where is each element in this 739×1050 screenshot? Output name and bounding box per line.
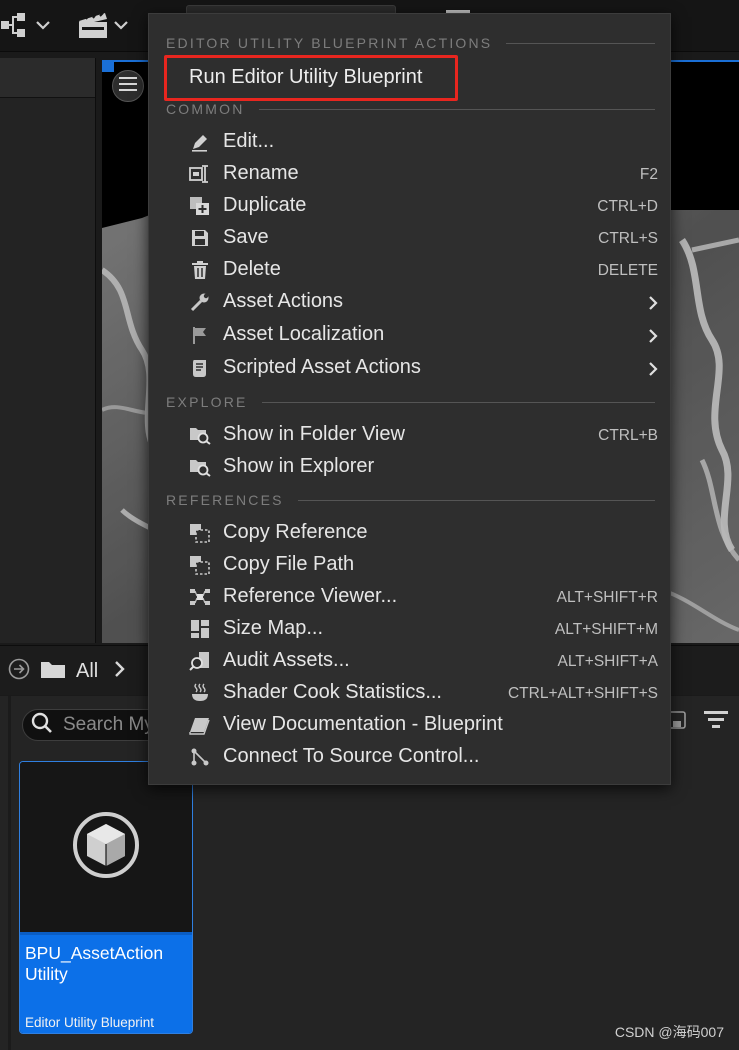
script-icon	[189, 358, 211, 378]
section-header-references: REFERENCES	[166, 491, 655, 509]
blueprint-dropdown-button[interactable]	[0, 8, 50, 42]
menu-item-shortcut: ALT+SHIFT+A	[557, 653, 659, 670]
menu-item-edit[interactable]: Edit...	[149, 126, 670, 158]
submenu-arrow-icon	[648, 295, 658, 316]
menu-item-connect-to-source-control[interactable]: Connect To Source Control...	[149, 741, 670, 773]
menu-item-copy-reference[interactable]: Copy Reference	[149, 517, 670, 549]
menu-item-label: View Documentation - Blueprint	[223, 713, 503, 735]
menu-item-asset-actions[interactable]: Asset Actions	[149, 286, 670, 318]
clapperboard-icon	[78, 11, 108, 39]
menu-item-reference-viewer[interactable]: Reference Viewer... ALT+SHIFT+R	[149, 581, 670, 613]
chevron-down-icon	[114, 20, 128, 30]
section-header-explore: EXPLORE	[166, 393, 655, 411]
run-editor-utility-blueprint-item[interactable]: Run Editor Utility Blueprint	[164, 55, 458, 101]
menu-item-save[interactable]: Save CTRL+S	[149, 222, 670, 254]
filter-icon[interactable]	[704, 710, 730, 735]
copy-reference-icon	[189, 523, 211, 543]
menu-item-asset-localization[interactable]: Asset Localization	[149, 319, 670, 351]
menu-item-label: Copy File Path	[223, 553, 355, 575]
menu-item-show-in-explorer[interactable]: Show in Explorer	[149, 451, 670, 483]
menu-item-duplicate[interactable]: Duplicate CTRL+D	[149, 190, 670, 222]
pencil-icon	[189, 132, 211, 152]
folder-icon	[40, 659, 66, 684]
section-header-common: COMMON	[166, 100, 655, 118]
watermark: CSDN @海码007	[614, 1024, 724, 1040]
menu-item-label: Show in Folder View	[223, 423, 405, 445]
chevron-down-icon	[36, 20, 50, 30]
copy-path-icon	[189, 555, 211, 575]
menu-item-label: Rename	[223, 162, 299, 184]
menu-item-shortcut: CTRL+ALT+SHIFT+S	[507, 685, 658, 702]
menu-item-show-in-folder-view[interactable]: Show in Folder View CTRL+B	[149, 419, 670, 451]
menu-item-shortcut: DELETE	[597, 262, 658, 279]
asset-name: BPU_AssetAction Utility	[25, 943, 164, 984]
save-icon	[189, 228, 211, 248]
menu-item-label: Show in Explorer	[223, 455, 375, 477]
submenu-arrow-icon	[648, 328, 658, 349]
menu-item-label: Audit Assets...	[223, 649, 350, 671]
folder-search-icon	[189, 457, 211, 477]
cube-icon	[71, 810, 141, 885]
menu-item-label: Connect To Source Control...	[223, 745, 480, 767]
cinematics-dropdown-button[interactable]	[78, 8, 128, 42]
source-control-icon	[189, 747, 211, 767]
path-segment-all[interactable]: All	[76, 660, 98, 683]
asset-thumbnail	[20, 762, 192, 932]
trash-icon	[189, 260, 211, 280]
menu-item-label: Run Editor Utility Blueprint	[189, 66, 423, 88]
menu-item-shortcut: CTRL+B	[598, 427, 658, 444]
search-icon	[31, 712, 53, 739]
asset-context-menu: EDITOR UTILITY BLUEPRINT ACTIONS Run Edi…	[148, 13, 671, 785]
menu-item-label: Asset Localization	[223, 323, 385, 345]
menu-item-view-documentation[interactable]: View Documentation - Blueprint	[149, 709, 670, 741]
size-map-icon	[189, 619, 211, 639]
documentation-icon	[189, 715, 211, 735]
menu-item-rename[interactable]: Rename F2	[149, 158, 670, 190]
viewport-focus-corner	[102, 60, 114, 72]
panel-splitter[interactable]	[8, 696, 11, 1050]
asset-type: Editor Utility Blueprint	[25, 1015, 155, 1030]
menu-item-delete[interactable]: Delete DELETE	[149, 254, 670, 286]
menu-item-label: Edit...	[223, 130, 275, 152]
menu-item-size-map[interactable]: Size Map... ALT+SHIFT+M	[149, 613, 670, 645]
menu-item-label: Duplicate	[223, 194, 307, 216]
menu-item-shortcut: CTRL+S	[598, 230, 658, 247]
blueprint-graph-icon	[0, 10, 30, 40]
menu-item-label: Shader Cook Statistics...	[223, 681, 442, 703]
menu-item-label: Scripted Asset Actions	[223, 356, 421, 378]
menu-item-audit-assets[interactable]: Audit Assets... ALT+SHIFT+A	[149, 645, 670, 677]
rename-icon	[189, 164, 211, 184]
flag-icon	[189, 325, 211, 345]
menu-item-shortcut: ALT+SHIFT+M	[554, 621, 658, 638]
wrench-icon	[189, 292, 211, 312]
section-header-editor-utility: EDITOR UTILITY BLUEPRINT ACTIONS	[166, 34, 655, 52]
menu-item-label: Size Map...	[223, 617, 324, 639]
menu-item-label: Asset Actions	[223, 290, 344, 312]
audit-icon	[189, 651, 211, 671]
hamburger-menu-icon	[119, 76, 137, 96]
menu-item-label: Copy Reference	[223, 521, 368, 543]
viewport-options-button[interactable]	[112, 70, 144, 102]
menu-item-shortcut: ALT+SHIFT+R	[556, 589, 658, 606]
left-panel-header	[0, 58, 95, 98]
folder-search-icon	[189, 425, 211, 445]
menu-item-label: Reference Viewer...	[223, 585, 398, 607]
menu-item-shader-cook-statistics[interactable]: Shader Cook Statistics... CTRL+ALT+SHIFT…	[149, 677, 670, 709]
asset-tile[interactable]: BPU_AssetAction Utility Editor Utility B…	[19, 761, 193, 1034]
reference-viewer-icon	[189, 587, 211, 607]
duplicate-icon	[189, 196, 211, 216]
menu-item-label: Delete	[223, 258, 281, 280]
asset-info-panel: BPU_AssetAction Utility Editor Utility B…	[20, 932, 192, 1033]
history-forward-icon[interactable]	[8, 658, 30, 685]
menu-item-copy-file-path[interactable]: Copy File Path	[149, 549, 670, 581]
left-panel	[0, 58, 96, 643]
menu-item-shortcut: F2	[639, 166, 658, 183]
menu-item-scripted-asset-actions[interactable]: Scripted Asset Actions	[149, 352, 670, 384]
menu-item-shortcut: CTRL+D	[597, 198, 658, 215]
chevron-right-icon[interactable]	[114, 661, 126, 682]
submenu-arrow-icon	[648, 361, 658, 382]
shader-cook-icon	[189, 683, 211, 703]
menu-item-label: Save	[223, 226, 269, 248]
